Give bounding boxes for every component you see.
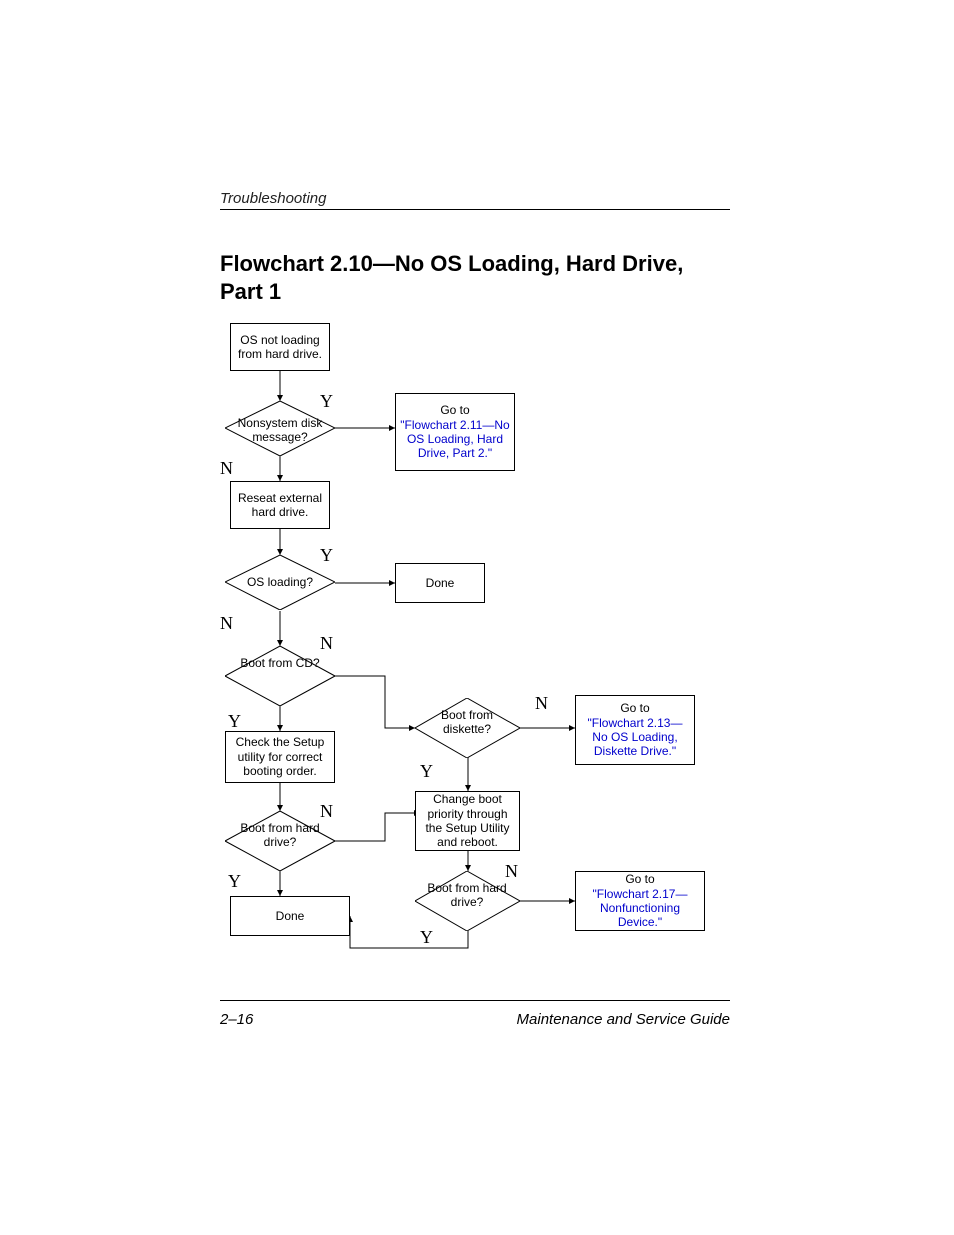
node-boot-hd-left [225, 811, 335, 871]
label-n: N [320, 801, 333, 822]
label-y: Y [320, 391, 333, 412]
node-nonsystem-disk [225, 401, 335, 456]
node-boot-cd [225, 646, 335, 706]
label-n: N [220, 613, 233, 634]
node-boot-diskette [415, 698, 520, 758]
node-check-setup: Check the Setup utility for correct boot… [225, 731, 335, 783]
label-y: Y [420, 927, 433, 948]
node-os-loading [225, 555, 335, 610]
label-n: N [320, 633, 333, 654]
label-n: N [535, 693, 548, 714]
goto-217-prefix: Go to [625, 872, 654, 886]
label-n: N [220, 458, 233, 479]
page-number: 2–16 [220, 1011, 253, 1028]
goto-213-prefix: Go to [620, 701, 649, 715]
node-done-2: Done [230, 896, 350, 936]
page-footer: 2–16 Maintenance and Service Guide [220, 1000, 730, 1028]
label-y: Y [228, 711, 241, 732]
node-start: OS not loading from hard drive. [230, 323, 330, 371]
label-y: Y [228, 871, 241, 892]
node-goto-217[interactable]: Go to "Flowchart 2.17—Nonfunctioning Dev… [575, 871, 705, 931]
guide-title: Maintenance and Service Guide [517, 1011, 730, 1028]
goto-211-link[interactable]: "Flowchart 2.11—No OS Loading, Hard Driv… [400, 418, 510, 461]
label-n: N [505, 861, 518, 882]
goto-213-link[interactable]: "Flowchart 2.13—No OS Loading, Diskette … [580, 716, 690, 759]
page-title: Flowchart 2.10—No OS Loading, Hard Drive… [220, 250, 730, 305]
label-y: Y [320, 545, 333, 566]
label-y: Y [420, 761, 433, 782]
node-goto-213[interactable]: Go to "Flowchart 2.13—No OS Loading, Dis… [575, 695, 695, 765]
node-goto-211[interactable]: Go to "Flowchart 2.11—No OS Loading, Har… [395, 393, 515, 471]
goto-217-link[interactable]: "Flowchart 2.17—Nonfunctioning Device." [580, 887, 700, 930]
goto-211-prefix: Go to [440, 403, 469, 417]
flowchart: OS not loading from hard drive. Nonsyste… [220, 323, 730, 963]
node-reseat: Reseat external hard drive. [230, 481, 330, 529]
node-done-1: Done [395, 563, 485, 603]
node-change-boot: Change boot priority through the Setup U… [415, 791, 520, 851]
section-header: Troubleshooting [220, 190, 730, 210]
